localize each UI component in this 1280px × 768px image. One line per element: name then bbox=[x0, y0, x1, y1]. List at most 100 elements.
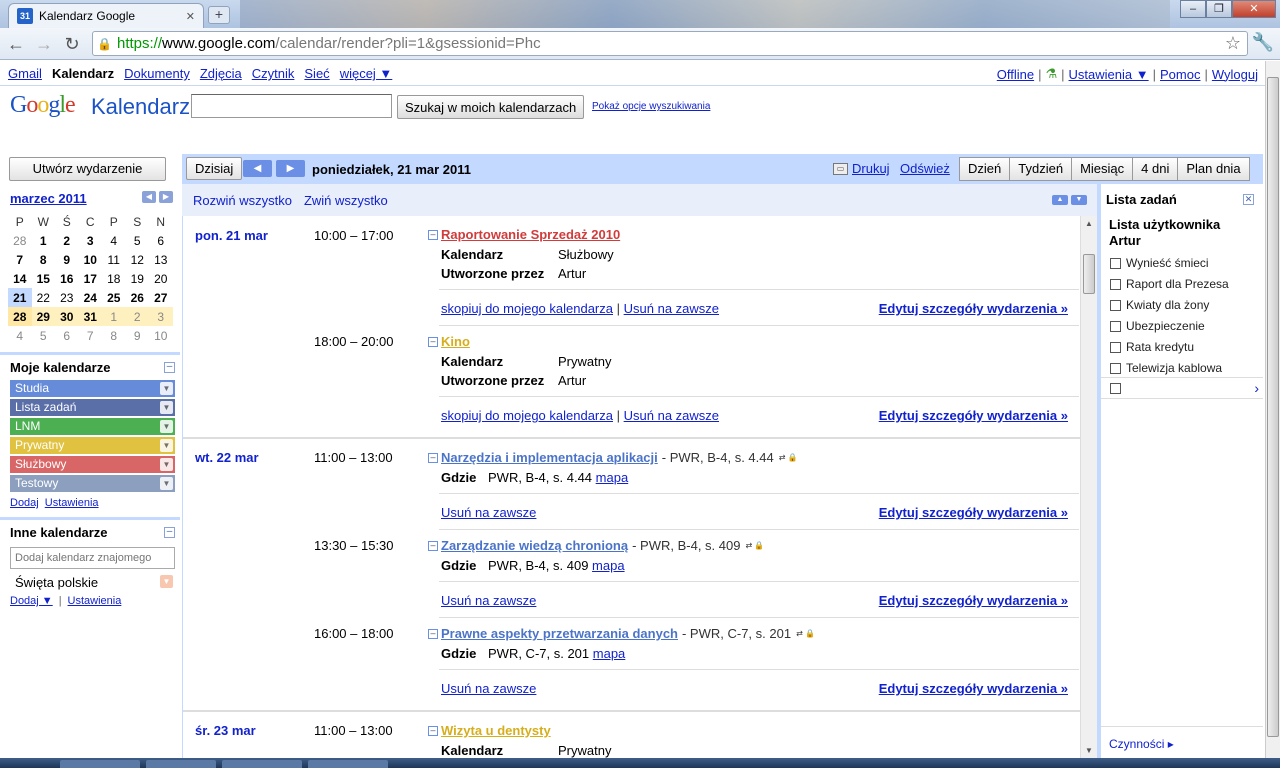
task-checkbox[interactable] bbox=[1110, 278, 1121, 290]
mini-day[interactable]: 10 bbox=[79, 250, 103, 269]
scroll-up-arrow-icon[interactable]: ▲ bbox=[1085, 219, 1093, 228]
mini-day[interactable]: 23 bbox=[55, 288, 79, 307]
map-link[interactable]: mapa bbox=[593, 646, 626, 661]
scrollbar-thumb[interactable] bbox=[1267, 77, 1279, 737]
event-title[interactable]: Wizyta u dentysty bbox=[441, 723, 551, 738]
mini-prev-month-icon[interactable]: ◀ bbox=[142, 191, 156, 203]
mini-day[interactable]: 8 bbox=[32, 250, 56, 269]
mini-calendar-month[interactable]: marzec 2011 bbox=[10, 191, 87, 206]
print-link[interactable]: Drukuj bbox=[852, 161, 890, 176]
collapse-icon[interactable]: – bbox=[428, 229, 438, 240]
close-icon[interactable]: ✕ bbox=[1243, 194, 1254, 205]
mini-day[interactable]: 1 bbox=[102, 307, 126, 326]
edit-event-link[interactable]: Edytuj szczegóły wydarzenia » bbox=[879, 505, 1068, 520]
minimize-icon[interactable]: – bbox=[1180, 0, 1206, 18]
chevron-down-icon[interactable]: ▼ bbox=[160, 477, 173, 490]
chevron-down-icon[interactable]: ▼ bbox=[160, 439, 173, 452]
refresh-link[interactable]: Odśwież bbox=[900, 161, 950, 176]
calendar-item-studia[interactable]: Studia ▼ bbox=[10, 380, 175, 397]
browser-tab[interactable]: 31 Kalendarz Google ✕ bbox=[8, 3, 204, 28]
add-friend-calendar-input[interactable] bbox=[10, 547, 175, 569]
task-label[interactable]: Raport dla Prezesa bbox=[1126, 277, 1229, 291]
task-label[interactable]: Rata kredytu bbox=[1126, 340, 1194, 354]
scroll-up-icon[interactable]: ▲ bbox=[1052, 195, 1068, 205]
task-checkbox[interactable] bbox=[1110, 383, 1121, 394]
my-calendars-title[interactable]: Moje kalendarze bbox=[10, 360, 110, 375]
mini-day[interactable]: 2 bbox=[55, 231, 79, 250]
task-checkbox[interactable] bbox=[1110, 257, 1121, 269]
holiday-calendar[interactable]: Święta polskie bbox=[15, 575, 98, 590]
add-calendar-link[interactable]: Dodaj bbox=[10, 497, 39, 509]
scroll-down-arrow-icon[interactable]: ▼ bbox=[1085, 746, 1093, 755]
mini-day-today[interactable]: 21 bbox=[8, 288, 32, 307]
collapse-icon[interactable]: – bbox=[164, 527, 175, 538]
collapse-icon[interactable]: – bbox=[428, 336, 438, 347]
event-title[interactable]: Zarządzanie wiedzą chronioną bbox=[441, 538, 628, 553]
mini-day[interactable]: 7 bbox=[79, 326, 103, 345]
task-checkbox[interactable] bbox=[1110, 362, 1121, 374]
calendar-item-prywatny[interactable]: Prywatny ▼ bbox=[10, 437, 175, 454]
help-link[interactable]: Pomoc bbox=[1160, 67, 1200, 82]
new-tab-button[interactable]: + bbox=[208, 6, 230, 24]
google-logo[interactable]: Google bbox=[10, 92, 76, 119]
other-calendars-title[interactable]: Inne kalendarze bbox=[10, 525, 108, 540]
gbar-zdjecia[interactable]: Zdjęcia bbox=[200, 66, 242, 81]
chevron-down-icon[interactable]: ▼ bbox=[160, 458, 173, 471]
task-item[interactable]: Wynieść śmieci bbox=[1110, 256, 1209, 270]
task-item[interactable]: Kwiaty dla żony bbox=[1110, 298, 1209, 312]
mini-day[interactable]: 12 bbox=[126, 250, 150, 269]
mini-day[interactable]: 5 bbox=[32, 326, 56, 345]
copy-to-calendar-link[interactable]: skopiuj do mojego kalendarza bbox=[441, 408, 613, 423]
view-tab-month[interactable]: Miesiąc bbox=[1072, 157, 1134, 181]
mini-day[interactable]: 13 bbox=[149, 250, 173, 269]
edit-event-link[interactable]: Edytuj szczegóły wydarzenia » bbox=[879, 681, 1068, 696]
search-button[interactable]: Szukaj w moich kalendarzach bbox=[397, 95, 585, 119]
offline-flask-icon[interactable]: ⚗ bbox=[1046, 66, 1058, 82]
mini-day[interactable]: 17 bbox=[79, 269, 103, 288]
mini-day[interactable]: 9 bbox=[55, 250, 79, 269]
new-task-row[interactable]: › bbox=[1101, 377, 1263, 399]
mini-day[interactable]: 16 bbox=[55, 269, 79, 288]
taskbar-item[interactable] bbox=[308, 760, 388, 768]
edit-event-link[interactable]: Edytuj szczegóły wydarzenia » bbox=[879, 408, 1068, 423]
mini-day[interactable]: 18 bbox=[102, 269, 126, 288]
create-event-button[interactable]: Utwórz wydarzenie bbox=[9, 157, 166, 181]
collapse-icon[interactable]: – bbox=[428, 540, 438, 551]
collapse-icon[interactable]: – bbox=[428, 725, 438, 736]
mini-day[interactable]: 9 bbox=[126, 326, 150, 345]
agenda-scrollbar[interactable]: ▲ ▼ bbox=[1080, 216, 1097, 758]
logout-link[interactable]: Wyloguj bbox=[1212, 67, 1258, 82]
mini-next-month-icon[interactable]: ▶ bbox=[159, 191, 173, 203]
mini-day[interactable]: 27 bbox=[149, 288, 173, 307]
task-label[interactable]: Wynieść śmieci bbox=[1126, 256, 1209, 270]
map-link[interactable]: mapa bbox=[596, 470, 629, 485]
mini-day[interactable]: 10 bbox=[149, 326, 173, 345]
mini-day[interactable]: 28 bbox=[8, 231, 32, 250]
view-tab-agenda[interactable]: Plan dnia bbox=[1178, 157, 1250, 181]
maximize-icon[interactable]: ❐ bbox=[1206, 0, 1232, 18]
task-item[interactable]: Telewizja kablowa bbox=[1110, 361, 1222, 375]
scroll-down-icon[interactable]: ▼ bbox=[1071, 195, 1087, 205]
search-options-link[interactable]: Pokaż opcje wyszukiwania bbox=[592, 101, 710, 112]
printer-icon[interactable]: ▭ bbox=[833, 162, 848, 175]
wrench-icon[interactable]: 🔧 bbox=[1252, 32, 1274, 53]
mini-day[interactable]: 19 bbox=[126, 269, 150, 288]
calendar-item-testowy[interactable]: Testowy ▼ bbox=[10, 475, 175, 492]
delete-forever-link[interactable]: Usuń na zawsze bbox=[624, 301, 719, 316]
task-item[interactable]: Ubezpieczenie bbox=[1110, 319, 1205, 333]
copy-to-calendar-link[interactable]: skopiuj do mojego kalendarza bbox=[441, 301, 613, 316]
event-title[interactable]: Prawne aspekty przetwarzania danych bbox=[441, 626, 678, 641]
mini-day[interactable]: 1 bbox=[32, 231, 56, 250]
mini-day[interactable]: 2 bbox=[125, 307, 149, 326]
task-label[interactable]: Telewizja kablowa bbox=[1126, 361, 1222, 375]
add-other-calendar-link[interactable]: Dodaj ▼ bbox=[10, 595, 53, 607]
view-tab-week[interactable]: Tydzień bbox=[1010, 157, 1073, 181]
edit-event-link[interactable]: Edytuj szczegóły wydarzenia » bbox=[879, 301, 1068, 316]
task-item[interactable]: Raport dla Prezesa bbox=[1110, 277, 1229, 291]
collapse-icon[interactable]: – bbox=[428, 628, 438, 639]
chevron-down-icon[interactable]: ▼ bbox=[160, 401, 173, 414]
chevron-down-icon[interactable]: ▼ bbox=[160, 382, 173, 395]
gbar-czytnik[interactable]: Czytnik bbox=[252, 66, 295, 81]
expand-all-link[interactable]: Rozwiń wszystko bbox=[193, 193, 292, 208]
task-list-owner[interactable]: Lista użytkownika Artur bbox=[1109, 217, 1249, 249]
